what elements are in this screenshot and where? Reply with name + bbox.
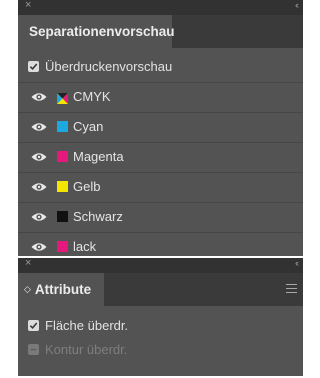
cmyk-swatch-icon [57, 93, 68, 104]
separation-label: lack [73, 239, 97, 254]
color-swatch [57, 181, 68, 192]
eye-icon[interactable] [31, 122, 47, 132]
check-icon [29, 322, 38, 330]
panel-titlebar: × ‹‹ [18, 0, 303, 15]
separation-label: Gelb [73, 179, 101, 194]
separation-label: CMYK [73, 89, 111, 104]
panel-titlebar: × ‹‹ [18, 257, 303, 273]
eye-icon[interactable] [31, 92, 47, 102]
color-swatch [57, 211, 68, 222]
color-swatch [57, 151, 68, 162]
separation-row[interactable]: Cyan [18, 112, 303, 142]
tab-attributes[interactable]: ◇ Attribute [18, 273, 104, 306]
separation-label: Schwarz [73, 209, 123, 224]
overprint-preview-option[interactable]: Überdruckenvorschau [28, 59, 172, 74]
collapse-panel-button[interactable]: ‹‹ [295, 0, 299, 10]
eye-icon[interactable] [31, 152, 47, 162]
color-swatch [57, 241, 68, 252]
separation-row[interactable]: Magenta [18, 142, 303, 172]
eye-icon[interactable] [31, 182, 47, 192]
collapse-panel-button[interactable]: ‹‹ [295, 258, 299, 268]
tab-row: ◇ Attribute [18, 273, 303, 306]
indeterminate-icon [30, 348, 37, 351]
close-panel-button[interactable]: × [25, 257, 31, 269]
tab-row: Separationenvorschau [18, 15, 303, 48]
separation-label: Magenta [73, 149, 124, 164]
fill-overprint-checkbox[interactable] [28, 320, 39, 331]
separation-label: Cyan [73, 119, 104, 134]
tab-attributes-label: Attribute [34, 282, 92, 297]
overprint-preview-label: Überdruckenvorschau [45, 59, 173, 74]
tab-separations-preview[interactable]: Separationenvorschau [18, 15, 175, 48]
close-panel-button[interactable]: × [25, 0, 31, 11]
color-swatch [57, 121, 68, 132]
separations-preview-panel: × ‹‹ Separationenvorschau Überdruckenvor… [18, 0, 303, 256]
eye-icon[interactable] [31, 242, 47, 252]
color-swatch [57, 91, 68, 104]
separation-row[interactable]: Schwarz [18, 202, 303, 232]
stroke-overprint-checkbox [28, 344, 39, 355]
check-icon [29, 63, 38, 71]
eye-icon[interactable] [31, 212, 47, 222]
stroke-overprint-option: Kontur überdr. [28, 342, 127, 357]
separations-list: CMYK Cyan Magenta Gelb Schwarz lack [18, 82, 303, 262]
panel-menu-icon[interactable] [286, 284, 297, 296]
separation-row[interactable]: CMYK [18, 82, 303, 112]
overprint-preview-checkbox[interactable] [28, 61, 39, 72]
fill-overprint-option[interactable]: Fläche überdr. [28, 318, 128, 333]
fill-overprint-label: Fläche überdr. [45, 318, 129, 333]
tab-arrow-icon: ◇ [24, 284, 31, 294]
separation-row[interactable]: Gelb [18, 172, 303, 202]
attributes-panel: × ‹‹ ◇ Attribute Fläche überdr. Kontur ü… [18, 257, 303, 376]
stroke-overprint-label: Kontur überdr. [45, 342, 128, 357]
